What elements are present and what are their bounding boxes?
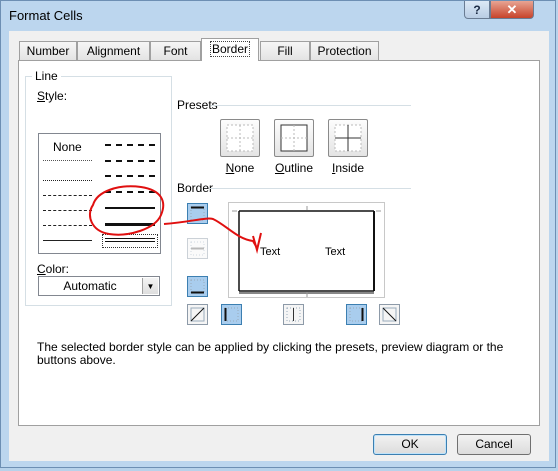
- preset-none-label: None: [225, 161, 255, 175]
- border-top-icon: [190, 206, 205, 221]
- tab-alignment-label: Alignment: [86, 44, 141, 58]
- tab-number-label: Number: [26, 44, 70, 58]
- style-medium-dash-dot-dot-line[interactable]: [105, 144, 155, 146]
- tab-border-label: Border: [209, 41, 251, 57]
- border-tab-panel: Line Style: None Color: Automatic ▼ Pres…: [18, 60, 540, 426]
- border-diagonal-up-button[interactable]: [187, 304, 208, 325]
- preset-outline-button[interactable]: [274, 119, 314, 157]
- tab-border[interactable]: Border: [201, 38, 259, 61]
- color-dropdown[interactable]: Automatic ▼: [38, 276, 160, 296]
- tab-alignment[interactable]: Alignment: [77, 41, 150, 60]
- preset-inside-button[interactable]: [328, 119, 368, 157]
- chevron-down-icon[interactable]: ▼: [142, 278, 158, 294]
- help-button[interactable]: ?: [464, 1, 490, 19]
- border-bottom-button[interactable]: [187, 276, 208, 297]
- window-title: Format Cells: [9, 8, 83, 23]
- cancel-button[interactable]: Cancel: [457, 434, 531, 455]
- border-inside-horizontal-icon: [190, 241, 205, 256]
- preset-inside-label: Inside: [331, 161, 365, 175]
- style-dash-dot-dot-line[interactable]: [43, 195, 92, 196]
- color-label: Color:: [37, 262, 70, 276]
- border-inside-vertical-icon: [286, 307, 301, 322]
- border-left-button[interactable]: [221, 304, 242, 325]
- ok-button[interactable]: OK: [373, 434, 447, 455]
- style-medium-dash-dot-line[interactable]: [105, 175, 155, 177]
- style-slanted-dash-dot-line[interactable]: [105, 160, 155, 162]
- style-medium-line[interactable]: [105, 207, 155, 209]
- style-thin-line[interactable]: [43, 240, 92, 241]
- tab-fill[interactable]: Fill: [260, 41, 310, 60]
- border-top-button[interactable]: [187, 203, 208, 224]
- border-separator: [209, 188, 411, 189]
- style-dashed-line[interactable]: [43, 225, 92, 226]
- border-right-icon: [349, 307, 364, 322]
- presets-separator: [211, 105, 411, 106]
- style-hair-line[interactable]: [43, 160, 92, 161]
- preset-outline-label: Outline: [274, 161, 314, 175]
- description-text: The selected border style can be applied…: [37, 340, 504, 367]
- preset-outline-icon: [280, 124, 308, 152]
- title-bar: Format Cells ? ✕: [1, 1, 557, 31]
- style-double-line: [105, 238, 155, 242]
- preset-inside-icon: [334, 124, 362, 152]
- preset-none-icon: [226, 124, 254, 152]
- style-dotted-line[interactable]: [43, 180, 92, 181]
- line-style-list[interactable]: None: [38, 133, 161, 254]
- border-preview[interactable]: Text Text: [228, 202, 385, 298]
- border-left-icon: [224, 307, 239, 322]
- dialog-client-area: Number Alignment Font Border Fill Protec…: [9, 31, 549, 461]
- line-group-label: Line: [32, 69, 61, 83]
- tab-number[interactable]: Number: [19, 41, 77, 60]
- tab-font[interactable]: Font: [150, 41, 201, 60]
- border-diagonal-down-icon: [382, 307, 397, 322]
- style-dash-dot-line[interactable]: [43, 210, 92, 211]
- style-label: Style:: [37, 89, 68, 103]
- tab-fill-label: Fill: [277, 44, 293, 58]
- style-medium-dashed-line[interactable]: [105, 191, 155, 193]
- border-inside-vertical-button[interactable]: [283, 304, 304, 325]
- tab-protection-label: Protection: [317, 44, 372, 58]
- style-none-label[interactable]: None: [53, 140, 82, 154]
- preset-none-button[interactable]: [220, 119, 260, 157]
- close-button[interactable]: ✕: [490, 1, 534, 19]
- tab-protection[interactable]: Protection: [310, 41, 379, 60]
- preview-text-left: Text: [260, 246, 281, 258]
- border-right-button[interactable]: [346, 304, 367, 325]
- color-dropdown-value: Automatic: [63, 279, 117, 293]
- border-inside-horizontal-button[interactable]: [187, 238, 208, 259]
- tab-font-label: Font: [163, 44, 188, 58]
- format-cells-dialog: Format Cells ? ✕ Number Alignment Font B…: [0, 0, 556, 468]
- border-diagonal-down-button[interactable]: [379, 304, 400, 325]
- border-diagonal-up-icon: [190, 307, 205, 322]
- preview-border-lines: [232, 206, 381, 297]
- preview-text-right: Text: [325, 246, 346, 258]
- style-double-line-selected[interactable]: [102, 234, 158, 248]
- border-bottom-icon: [190, 279, 205, 294]
- style-thick-line[interactable]: [105, 223, 155, 226]
